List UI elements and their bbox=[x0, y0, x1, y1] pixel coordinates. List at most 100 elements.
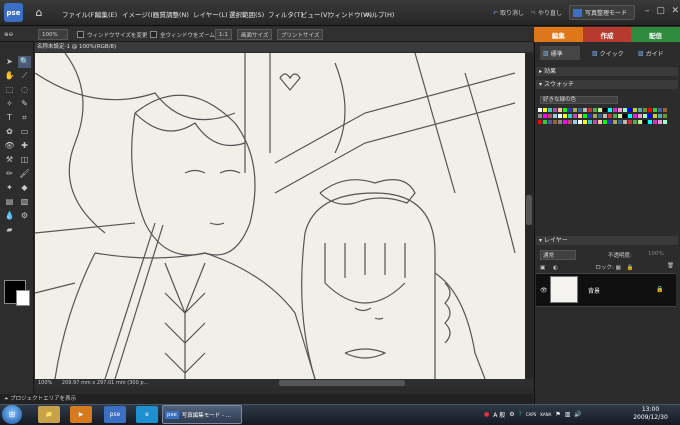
active-task-button[interactable]: pse 写真編集モード - ... bbox=[162, 405, 242, 424]
adjustment-layer-icon[interactable]: ◐ bbox=[553, 265, 558, 271]
swatch[interactable] bbox=[608, 114, 612, 118]
pse-taskbar-icon[interactable]: pse bbox=[104, 406, 126, 423]
sponge-tool-icon[interactable]: ⚙ bbox=[18, 210, 31, 222]
swatch[interactable] bbox=[603, 120, 607, 124]
swatch[interactable] bbox=[658, 114, 662, 118]
swatch[interactable] bbox=[558, 108, 562, 112]
swatch[interactable] bbox=[633, 108, 637, 112]
internet-explorer-icon[interactable]: e bbox=[136, 406, 158, 423]
ime-tools-icon[interactable]: ⚙ bbox=[509, 411, 514, 418]
delete-layer-icon[interactable]: 🗑 bbox=[667, 263, 674, 269]
swatch[interactable] bbox=[628, 114, 632, 118]
print-size-button[interactable]: プリントサイズ bbox=[277, 29, 324, 40]
swatch[interactable] bbox=[558, 114, 562, 118]
actual-pixels-button[interactable]: 1:1 bbox=[215, 29, 232, 40]
swatch[interactable] bbox=[638, 108, 642, 112]
swatch[interactable] bbox=[548, 120, 552, 124]
fit-screen-button[interactable]: 画面サイズ bbox=[237, 29, 273, 40]
swatch[interactable] bbox=[648, 108, 652, 112]
redo-button[interactable]: ↷ やり直し bbox=[531, 8, 562, 17]
swatch[interactable] bbox=[643, 120, 647, 124]
red-eye-icon[interactable]: 👁 bbox=[3, 140, 16, 152]
start-button[interactable]: ⊞ bbox=[2, 405, 22, 424]
brush-icon[interactable]: 🖌 bbox=[18, 168, 31, 180]
swatch[interactable] bbox=[598, 114, 602, 118]
hand-tool-icon[interactable]: ✋ bbox=[3, 70, 16, 82]
menu-layer[interactable]: レイヤー(L) bbox=[193, 9, 228, 19]
media-player-icon[interactable]: ▶ bbox=[70, 406, 92, 423]
lock-transparency-icon[interactable]: ▦ bbox=[616, 265, 621, 271]
swatch[interactable] bbox=[553, 108, 557, 112]
swatch[interactable] bbox=[613, 120, 617, 124]
swatch[interactable] bbox=[538, 108, 542, 112]
swatch[interactable] bbox=[593, 108, 597, 112]
swatch-set-dropdown[interactable]: 好きな緑の色 bbox=[540, 96, 618, 104]
close-icon[interactable]: ✕ bbox=[671, 6, 679, 18]
swatch[interactable] bbox=[653, 108, 657, 112]
swatch[interactable] bbox=[663, 114, 667, 118]
zoom-field[interactable]: 100% bbox=[38, 29, 68, 40]
menu-filter[interactable]: フィルタ(T) bbox=[268, 9, 303, 19]
blur-tool-icon[interactable]: 💧 bbox=[3, 210, 16, 222]
effects-panel-header[interactable]: ▸ 効果 bbox=[536, 67, 678, 76]
swatch[interactable] bbox=[603, 114, 607, 118]
swatch[interactable] bbox=[638, 120, 642, 124]
menu-edit[interactable]: 編集(E) bbox=[95, 9, 117, 19]
explorer-icon[interactable]: 📁 bbox=[38, 406, 60, 423]
swatch[interactable] bbox=[628, 120, 632, 124]
flag-icon[interactable]: ⚑ bbox=[555, 411, 560, 418]
marquee-tool-icon[interactable]: ⬚ bbox=[3, 84, 16, 96]
swatch[interactable] bbox=[638, 114, 642, 118]
tab-create[interactable]: 作成 bbox=[582, 27, 632, 42]
paint-bucket-icon[interactable]: ◆ bbox=[18, 182, 31, 194]
menu-view[interactable]: ビュー(V) bbox=[301, 9, 330, 19]
sponge-yellow-icon[interactable]: ▰ bbox=[3, 224, 16, 236]
gradient-icon[interactable]: ▤ bbox=[3, 196, 16, 208]
swatch[interactable] bbox=[618, 120, 622, 124]
visibility-eye-icon[interactable]: 👁 bbox=[540, 287, 548, 294]
healing-brush-icon[interactable]: ✚ bbox=[18, 140, 31, 152]
swatch[interactable] bbox=[648, 114, 652, 118]
swatch[interactable] bbox=[663, 108, 667, 112]
swatch[interactable] bbox=[543, 108, 547, 112]
app-logo[interactable]: pse bbox=[4, 3, 23, 22]
image-canvas[interactable] bbox=[35, 53, 525, 379]
blend-mode-select[interactable]: 通常 bbox=[540, 250, 576, 260]
menu-image[interactable]: イメージ(I) bbox=[122, 9, 155, 19]
swatches-panel-header[interactable]: ▾ スウォッチ bbox=[536, 80, 678, 89]
swatch[interactable] bbox=[653, 120, 657, 124]
zoom-tool-icon[interactable]: 🔍 bbox=[18, 56, 31, 68]
network-icon[interactable]: ▥ bbox=[565, 411, 571, 418]
tab-standard[interactable]: ▨ 標準 bbox=[540, 46, 580, 60]
swatch[interactable] bbox=[628, 108, 632, 112]
swatch[interactable] bbox=[563, 114, 567, 118]
eraser-icon[interactable]: ◫ bbox=[18, 154, 31, 166]
layers-panel-header[interactable]: ▾ レイヤー bbox=[536, 236, 678, 245]
swatch[interactable] bbox=[598, 120, 602, 124]
crop-tool-icon[interactable]: ⌗ bbox=[18, 112, 31, 124]
swatch[interactable] bbox=[578, 108, 582, 112]
swatch[interactable] bbox=[573, 114, 577, 118]
swatch[interactable] bbox=[618, 108, 622, 112]
swatch[interactable] bbox=[653, 114, 657, 118]
swatch[interactable] bbox=[578, 114, 582, 118]
swatch[interactable] bbox=[588, 120, 592, 124]
swatch[interactable] bbox=[623, 108, 627, 112]
vertical-scroll-thumb[interactable] bbox=[526, 195, 532, 225]
swatch[interactable] bbox=[553, 114, 557, 118]
shape-tool-icon[interactable]: ▧ bbox=[18, 196, 31, 208]
menu-help[interactable]: ヘルプ(H) bbox=[365, 9, 394, 19]
swatch[interactable] bbox=[583, 114, 587, 118]
swatch[interactable] bbox=[563, 120, 567, 124]
swatch[interactable] bbox=[618, 114, 622, 118]
tab-edit[interactable]: 編集 bbox=[534, 27, 583, 42]
swatch[interactable] bbox=[613, 114, 617, 118]
menu-select[interactable]: 選択範囲(S) bbox=[229, 9, 264, 19]
horizontal-scroll-thumb[interactable] bbox=[279, 380, 405, 386]
menu-enhance[interactable]: 画質調整(N) bbox=[153, 9, 189, 19]
swatch[interactable] bbox=[603, 108, 607, 112]
ime-indicator[interactable]: A 般 bbox=[493, 410, 505, 419]
help-icon[interactable]: ? bbox=[519, 411, 522, 418]
swatch[interactable] bbox=[643, 114, 647, 118]
swatch[interactable] bbox=[598, 108, 602, 112]
